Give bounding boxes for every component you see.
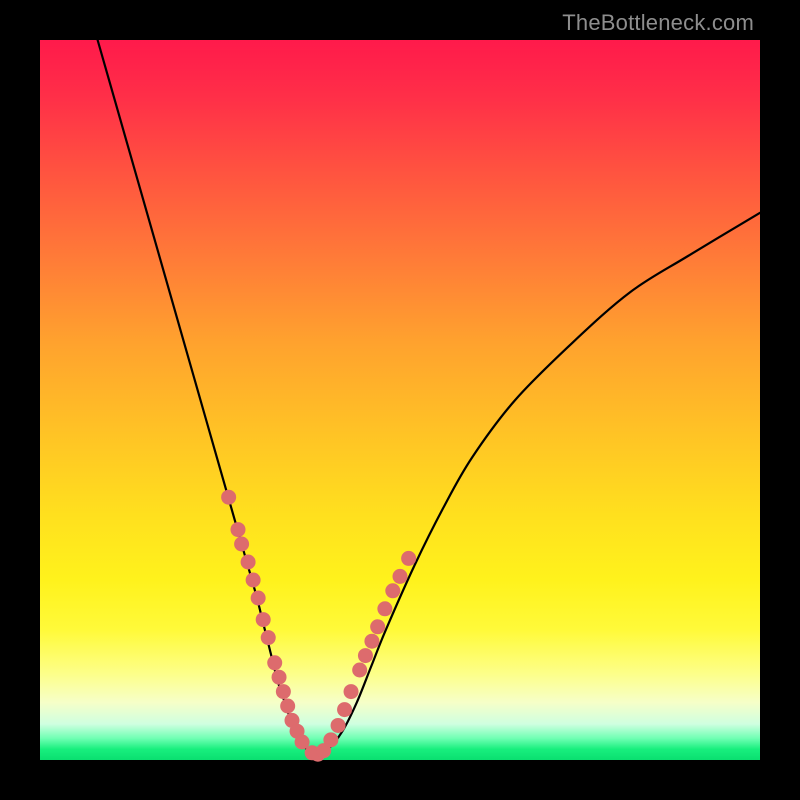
data-point xyxy=(401,551,416,566)
data-point xyxy=(221,490,236,505)
data-point xyxy=(280,699,295,714)
watermark-label: TheBottleneck.com xyxy=(562,10,754,36)
data-point xyxy=(256,612,271,627)
data-point xyxy=(231,522,246,537)
left-curve xyxy=(98,40,314,756)
data-point xyxy=(364,634,379,649)
data-point xyxy=(370,619,385,634)
data-point xyxy=(246,573,261,588)
data-point xyxy=(251,591,266,606)
data-point xyxy=(261,630,276,645)
data-point xyxy=(267,655,282,670)
chart-container: TheBottleneck.com xyxy=(0,0,800,800)
data-point xyxy=(272,670,287,685)
chart-svg xyxy=(40,40,760,760)
data-point xyxy=(358,648,373,663)
data-point xyxy=(385,583,400,598)
data-point xyxy=(276,684,291,699)
data-point xyxy=(377,601,392,616)
data-point xyxy=(331,718,346,733)
data-point xyxy=(241,555,256,570)
data-point xyxy=(234,537,249,552)
right-curve xyxy=(314,213,760,757)
data-point xyxy=(352,663,367,678)
data-point xyxy=(337,702,352,717)
data-point xyxy=(393,569,408,584)
data-point xyxy=(323,732,338,747)
plot-area xyxy=(40,40,760,760)
data-point xyxy=(344,684,359,699)
